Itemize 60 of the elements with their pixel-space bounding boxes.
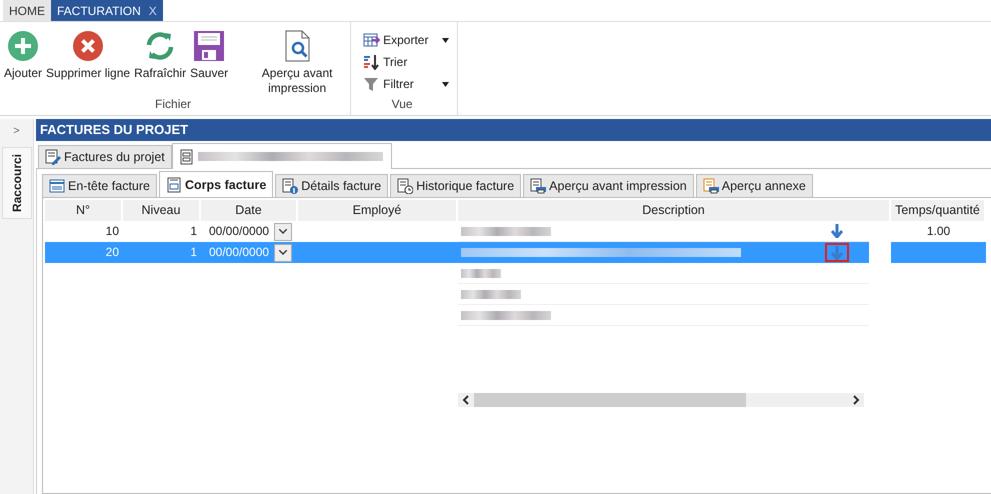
document-clock-icon: [397, 178, 414, 194]
expand-button[interactable]: >: [13, 119, 20, 147]
toolbar-button[interactable]: Ajouter: [4, 30, 42, 97]
chevron-down-icon: [279, 250, 287, 255]
arrow-down-icon: [831, 246, 843, 260]
ribbon-tab[interactable]: HOME: [3, 0, 51, 21]
toolbar-button[interactable]: Supprimer ligne: [46, 30, 130, 97]
group-label: Fichier: [154, 97, 192, 113]
column-header[interactable]: N°: [45, 200, 121, 221]
tab[interactable]: Aperçu annexe: [696, 174, 813, 197]
dropdown-button[interactable]: [274, 244, 292, 262]
arrow-down-icon: [831, 224, 843, 238]
toolbar-button[interactable]: Aperçu avant impression: [252, 30, 342, 97]
tab[interactable]: Aperçu avant impression: [523, 174, 694, 197]
ribbon-tab[interactable]: FACTURATION X: [51, 0, 163, 21]
table-cell-text: 00/00/0000: [209, 223, 270, 240]
toolbar-button[interactable]: Sauver: [190, 30, 228, 97]
scrollbar-thumb[interactable]: [474, 393, 746, 407]
column-header[interactable]: Date: [201, 200, 296, 221]
group-label: Vue: [390, 97, 414, 113]
tab[interactable]: Détails facture: [275, 174, 388, 197]
toolbar-button[interactable]: Trier: [363, 53, 450, 71]
table-cell: 20: [45, 242, 123, 263]
window-icon: [49, 178, 65, 194]
document-printer-icon: [702, 178, 719, 194]
scroll-right-icon: [852, 395, 860, 405]
column-header[interactable]: Description: [458, 200, 889, 221]
document-tab[interactable]: [172, 143, 392, 169]
toolbar-button[interactable]: Filtrer: [363, 75, 450, 93]
horizontal-scrollbar[interactable]: [458, 393, 864, 407]
dropdown-caret-icon: [442, 38, 450, 42]
close-icon: [72, 30, 104, 62]
close-button[interactable]: X: [148, 4, 157, 18]
form-icon: [178, 148, 195, 164]
column-header[interactable]: Employé: [298, 200, 456, 221]
table-cell: 1: [123, 242, 201, 263]
document-info-icon: [282, 178, 298, 194]
dropdown-button[interactable]: [274, 222, 292, 240]
plus-icon: [7, 30, 40, 62]
table-cell-text: 1.00: [926, 223, 952, 240]
toolbar-button[interactable]: Exporter: [363, 31, 450, 49]
tab[interactable]: Corps facture: [159, 171, 274, 197]
document-table-icon: [166, 176, 182, 192]
column-header[interactable]: Temps/quantité: [891, 200, 984, 221]
table-cell-text: 10: [104, 223, 120, 240]
column-header[interactable]: Niveau: [123, 200, 199, 221]
document-pen-icon: [45, 149, 61, 165]
table-cell-text: 00/00/0000: [209, 244, 270, 261]
panel-title: FACTURES DU PROJET: [36, 119, 991, 141]
tab[interactable]: Historique facture: [390, 174, 522, 197]
chevron-down-icon: [279, 229, 287, 234]
table-cell-text: 1: [189, 223, 198, 240]
document-printer-icon: [530, 178, 546, 194]
scroll-left-icon: [462, 395, 470, 405]
dropdown-caret-icon: [442, 82, 450, 86]
toolbar-button[interactable]: Rafraîchir: [134, 30, 186, 97]
sort-icon: [363, 54, 380, 70]
tab[interactable]: En-tête facture: [42, 174, 157, 197]
document-tab[interactable]: Factures du projet: [38, 145, 172, 168]
filter-icon: [363, 76, 380, 92]
